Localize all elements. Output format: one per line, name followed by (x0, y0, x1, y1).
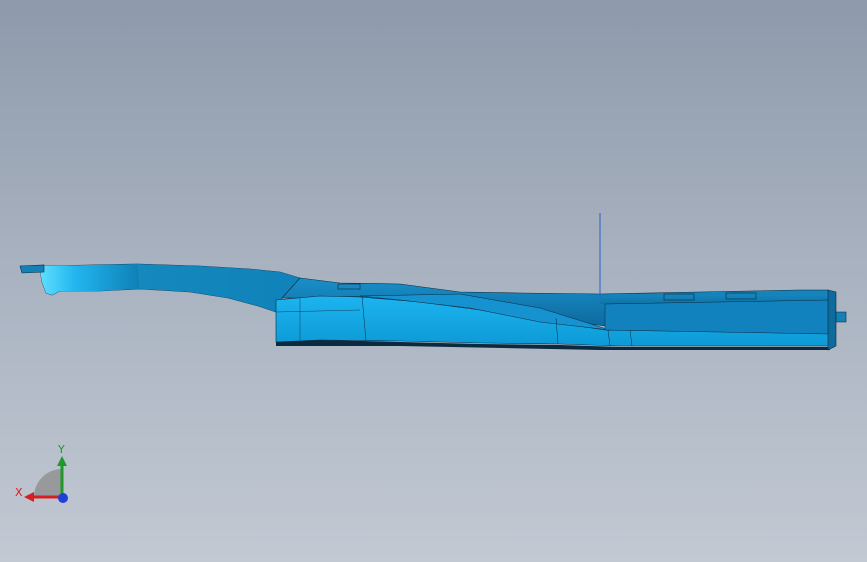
model-view[interactable] (0, 0, 867, 562)
model-right-tab (835, 311, 847, 323)
z-axis-icon (58, 493, 68, 503)
y-axis-arrow-icon (57, 456, 67, 466)
model-right-block (604, 299, 831, 335)
model-right-end-cap (827, 289, 837, 351)
x-axis-label: X (15, 486, 23, 499)
triad-graphic (24, 456, 68, 503)
model-left-wing-lit (40, 264, 140, 295)
model-left-tab (19, 264, 45, 274)
graphics-viewport[interactable]: X Y (0, 0, 867, 562)
y-axis-label: Y (58, 443, 65, 456)
triad-plane-indicator (34, 469, 62, 497)
x-axis-arrow-icon (24, 492, 34, 502)
coordinate-triad: X Y (12, 440, 76, 510)
